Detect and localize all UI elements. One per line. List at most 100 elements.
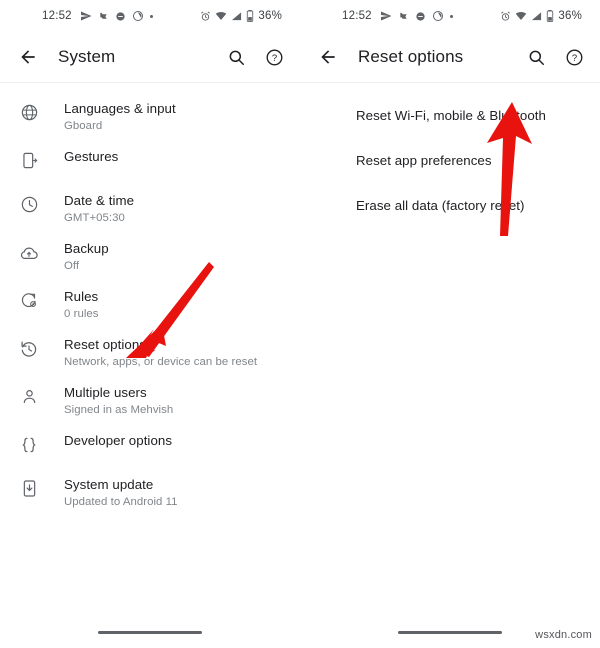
status-bar-left: 12:52: [342, 10, 453, 22]
status-time: 12:52: [42, 10, 72, 22]
list-item-title: Multiple users: [64, 385, 147, 400]
history-icon: [14, 336, 44, 359]
rules-icon: [14, 288, 44, 310]
gestures-icon: [14, 148, 44, 170]
list-item-multiple-users[interactable]: Multiple users Signed in as Mehvish: [0, 377, 300, 425]
list-item-text: Multiple users Signed in as Mehvish: [64, 384, 173, 418]
list-item-title: System update: [64, 477, 154, 492]
list-item-reset-options[interactable]: Reset options Network, apps, or device c…: [0, 329, 300, 377]
person-icon: [14, 384, 44, 406]
list-item-text: Date & time GMT+05:30: [64, 192, 134, 226]
system-settings-screen: 12:52 36% System ? Languages & input Gbo…: [0, 0, 300, 648]
list-item-text: Erase all data (factory reset): [356, 197, 525, 214]
list-item-text: Backup Off: [64, 240, 109, 274]
search-icon[interactable]: [224, 45, 248, 69]
list-item-title: Reset options: [64, 337, 146, 352]
status-bar: 12:52 36%: [300, 0, 600, 32]
status-battery-percent: 36%: [258, 10, 282, 22]
list-item-reset-app-preferences[interactable]: Reset app preferences: [300, 138, 600, 183]
clock-icon: [14, 192, 44, 214]
dot-icon: [449, 14, 453, 18]
list-item-title: Developer options: [64, 433, 173, 448]
flag-icon: [98, 11, 109, 22]
globe-icon: [14, 100, 44, 122]
list-item-backup[interactable]: Backup Off: [0, 233, 300, 281]
reset-options-screen: 12:52 36% Reset options ? Reset Wi-Fi, m…: [300, 0, 600, 648]
braces-icon: [14, 432, 44, 455]
clock-circle-icon: [132, 10, 144, 22]
screenshot-root: 12:52 36% System ? Languages & input Gbo…: [0, 0, 600, 648]
alarm-icon: [200, 11, 211, 22]
list-item-subtitle: 0 rules: [64, 308, 99, 320]
list-item-title: Date & time: [64, 193, 135, 208]
help-icon[interactable]: ?: [562, 45, 586, 69]
list-item-subtitle: Gboard: [64, 120, 103, 132]
svg-text:?: ?: [271, 52, 276, 63]
toolbar-actions: ?: [524, 45, 586, 69]
watermark: wsxdn.com: [535, 629, 592, 641]
page-title: System: [58, 47, 116, 66]
list-item-title: Reset Wi-Fi, mobile & Bluetooth: [356, 108, 546, 123]
gesture-nav-bar[interactable]: [98, 631, 202, 634]
list-item-date-time[interactable]: Date & time GMT+05:30: [0, 185, 300, 233]
list-item-title: Backup: [64, 241, 109, 256]
list-item-system-update[interactable]: System update Updated to Android 11: [0, 469, 300, 517]
list-item-title: Rules: [64, 289, 99, 304]
signal-icon: [531, 11, 542, 22]
gesture-nav-bar[interactable]: [398, 631, 502, 634]
wifi-icon: [215, 10, 227, 22]
flag-icon: [398, 11, 409, 22]
alarm-icon: [500, 11, 511, 22]
battery-icon: [546, 10, 554, 22]
signal-icon: [231, 11, 242, 22]
list-item-title: Erase all data (factory reset): [356, 198, 525, 213]
list-item-text: Developer options: [64, 432, 172, 449]
page-title: Reset options: [358, 47, 464, 66]
toolbar-actions: ?: [224, 45, 286, 69]
list-item-subtitle: Off: [64, 260, 80, 272]
minus-circle-icon: [415, 11, 426, 22]
reset-options-list: Reset Wi-Fi, mobile & Bluetooth Reset ap…: [300, 83, 600, 228]
clock-circle-icon: [432, 10, 444, 22]
status-bar: 12:52 36%: [0, 0, 300, 32]
settings-list: Languages & input Gboard Gestures Date &…: [0, 83, 300, 517]
list-item-text: Reset app preferences: [356, 152, 492, 169]
cloud-upload-icon: [14, 240, 44, 263]
toolbar: System ?: [0, 32, 300, 82]
list-item-reset-wifi-mobile-bluetooth[interactable]: Reset Wi-Fi, mobile & Bluetooth: [300, 93, 600, 138]
send-icon: [380, 10, 392, 22]
list-item-languages-input[interactable]: Languages & input Gboard: [0, 93, 300, 141]
system-update-icon: [14, 476, 44, 498]
list-item-text: Reset options Network, apps, or device c…: [64, 336, 257, 370]
list-item-title: Languages & input: [64, 101, 176, 116]
wifi-icon: [515, 10, 527, 22]
back-arrow-icon[interactable]: [14, 43, 42, 71]
svg-text:?: ?: [571, 52, 576, 63]
list-item-subtitle: Signed in as Mehvish: [64, 404, 174, 416]
list-item-rules[interactable]: Rules 0 rules: [0, 281, 300, 329]
list-item-text: Languages & input Gboard: [64, 100, 176, 134]
status-bar-left: 12:52: [42, 10, 153, 22]
list-item-text: Gestures: [64, 148, 118, 165]
search-icon[interactable]: [524, 45, 548, 69]
dot-icon: [149, 14, 153, 18]
list-item-erase-all-data[interactable]: Erase all data (factory reset): [300, 183, 600, 228]
battery-icon: [246, 10, 254, 22]
status-battery-percent: 36%: [558, 10, 582, 22]
status-time: 12:52: [342, 10, 372, 22]
status-bar-right: 36%: [200, 10, 282, 22]
list-item-gestures[interactable]: Gestures: [0, 141, 300, 185]
list-item-subtitle: GMT+05:30: [64, 212, 125, 224]
send-icon: [80, 10, 92, 22]
list-item-title: Gestures: [64, 149, 119, 164]
list-item-subtitle: Network, apps, or device can be reset: [64, 356, 258, 368]
back-arrow-icon[interactable]: [314, 43, 342, 71]
list-item-text: System update Updated to Android 11: [64, 476, 178, 510]
list-item-developer-options[interactable]: Developer options: [0, 425, 300, 469]
toolbar: Reset options ?: [300, 32, 600, 82]
help-icon[interactable]: ?: [262, 45, 286, 69]
list-item-title: Reset app preferences: [356, 153, 492, 168]
list-item-text: Rules 0 rules: [64, 288, 99, 322]
minus-circle-icon: [115, 11, 126, 22]
status-bar-right: 36%: [500, 10, 582, 22]
